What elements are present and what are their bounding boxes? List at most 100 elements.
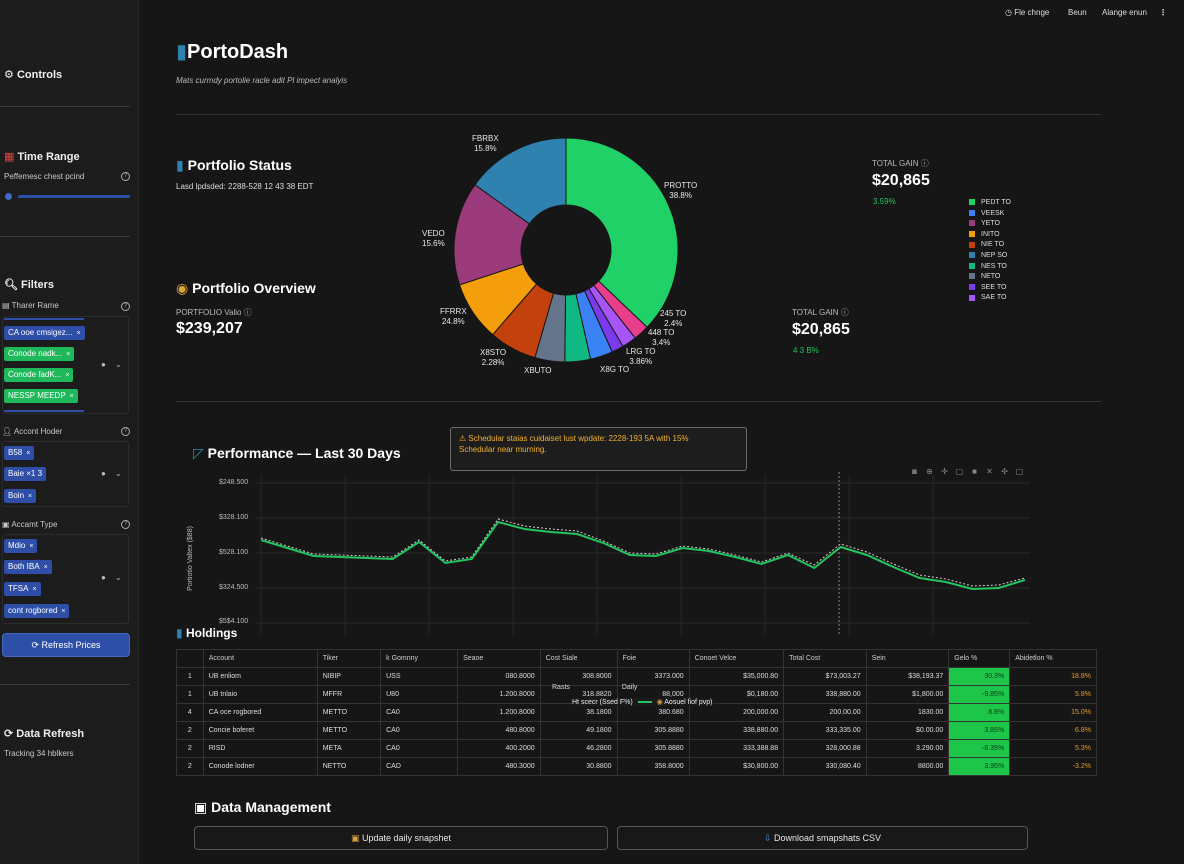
filter-chip[interactable]: Conode nadk... × [4, 347, 75, 361]
filter-chip[interactable]: B58 × [4, 446, 35, 460]
table-cell: NIBIP [316, 667, 382, 686]
vertical-dots-icon[interactable]: ⋮ [1159, 8, 1167, 17]
column-header[interactable]: Conoet Velce [688, 649, 785, 668]
column-header[interactable]: k Gomnny [380, 649, 459, 668]
legend-swatch [969, 294, 975, 301]
table-row[interactable]: 4 CA oce rogbored METTO CA0 1.200.8000 38.180… [176, 703, 1097, 722]
divider [176, 114, 1101, 115]
legend-item[interactable]: NIE TO [969, 241, 1004, 248]
slider-label: Peffemesc chest pcind [4, 172, 85, 181]
column-header[interactable]: Abidetlon % [1009, 649, 1097, 668]
table-cell: META [316, 739, 382, 758]
nav-item[interactable]: Alange enun [1102, 8, 1147, 17]
column-header[interactable]: Tiker [316, 649, 382, 668]
pie-label: FFRRX 24.8% [440, 307, 467, 326]
table-cell: 380.680 [616, 703, 690, 722]
close-icon[interactable]: × [76, 330, 80, 337]
column-header[interactable]: Seaoe [457, 649, 541, 668]
download-csv-button[interactable]: ⇩ Download smapshats CSV [617, 826, 1028, 850]
table-cell: 1 [176, 667, 204, 686]
table-cell: $73,003.27 [783, 667, 867, 686]
table-cell: USS [380, 667, 459, 686]
column-header[interactable]: Gelo % [948, 649, 1011, 668]
nav-item[interactable]: Beun [1068, 8, 1087, 17]
legend-label: INITO [981, 230, 1000, 238]
table-row[interactable]: 2 Conode lodner NETTO CAD 480.3000 30.8800 358… [176, 757, 1097, 776]
legend-item[interactable]: VEESK [969, 210, 1004, 217]
close-icon[interactable]: × [61, 608, 65, 615]
legend-item[interactable]: NEP SO [969, 252, 1007, 259]
filter-chip[interactable]: cont rogbored × [4, 604, 70, 618]
column-header[interactable]: Account [202, 649, 318, 668]
nav-item[interactable]: ◷ Fle chnge [1005, 8, 1049, 17]
help-icon[interactable]: ? [121, 172, 130, 181]
legend-item[interactable]: NES TO [969, 263, 1007, 270]
y-tick: $528.100 [219, 549, 249, 556]
slider-handle[interactable] [5, 193, 12, 200]
refresh-prices-button[interactable]: ⟳ Refresh Prices [2, 633, 130, 657]
chevron-down-icon[interactable]: ⌄ [115, 573, 122, 582]
legend-item[interactable]: NETO [969, 273, 1000, 280]
table-cell: -8.35% [948, 739, 1011, 758]
y-tick: $324.500 [219, 584, 249, 591]
download-icon: ⇩ [763, 833, 772, 843]
table-cell: $30,800.00 [688, 757, 785, 776]
column-header[interactable]: Total Cost [783, 649, 867, 668]
performance-line-chart[interactable] [195, 470, 1035, 650]
table-cell: 8800.00 [865, 757, 950, 776]
filter-chip[interactable]: TFSA × [4, 582, 41, 596]
clear-all-icon[interactable]: ● [101, 360, 106, 369]
legend-swatch [969, 273, 975, 280]
help-icon[interactable]: ? [121, 427, 130, 436]
pie-slices [453, 137, 679, 363]
update-snapshot-button[interactable]: ▣ Update daily snapshet [194, 826, 608, 850]
column-header[interactable] [176, 649, 204, 668]
help-icon[interactable]: ? [121, 520, 130, 529]
help-icon[interactable]: ⓘ [841, 308, 849, 317]
legend-item[interactable]: SEE TO [969, 284, 1006, 291]
table-cell: 46.2800 [539, 739, 618, 758]
series-line-daily[interactable] [260, 520, 1026, 591]
legend-item[interactable]: YETO [969, 220, 1000, 227]
table-cell: METTO [316, 703, 382, 722]
column-header[interactable]: Sein [865, 649, 950, 668]
close-icon[interactable]: × [65, 372, 69, 379]
filter-chip[interactable]: Both IBA × [4, 560, 52, 574]
close-icon[interactable]: × [29, 543, 33, 550]
time-range-slider[interactable] [18, 195, 130, 198]
money-bag-icon: ◉ [656, 699, 663, 706]
column-header[interactable]: Cost Siale [539, 649, 618, 668]
table-cell: 338,880.00 [688, 721, 785, 740]
legend-swatch [969, 199, 975, 206]
divider [0, 106, 130, 107]
close-icon[interactable]: × [70, 393, 74, 400]
table-row[interactable]: 2 Concie boferet METTO CA0 480.8000 49.1800 30… [176, 721, 1097, 740]
close-icon[interactable]: × [66, 351, 70, 358]
chevron-down-icon[interactable]: ⌄ [115, 469, 122, 478]
filter-chip[interactable]: CA ooe cmsigez... × [4, 326, 85, 340]
filter-chip[interactable]: Boin × [4, 489, 37, 503]
clear-all-icon[interactable]: ● [101, 469, 106, 478]
clear-all-icon[interactable]: ● [101, 573, 106, 582]
table-cell: Conode lodner [202, 757, 318, 776]
filter-chip[interactable]: Mdio × [4, 539, 38, 553]
filter-chip[interactable]: Baie ×1 3 [4, 467, 47, 481]
legend-item[interactable]: INITO [969, 231, 1000, 238]
filter-chip[interactable]: Conode fadK... × [4, 368, 74, 382]
help-icon[interactable]: ⓘ [244, 308, 252, 317]
help-icon[interactable]: ? [121, 302, 130, 311]
legend-item[interactable]: SAE TO [969, 294, 1006, 301]
close-icon[interactable]: × [44, 564, 48, 571]
chevron-down-icon[interactable]: ⌄ [115, 360, 122, 369]
help-icon[interactable]: ⓘ [921, 159, 929, 168]
close-icon[interactable]: × [32, 586, 36, 593]
divider [0, 684, 130, 685]
holdings-table[interactable]: Account Tiker k Gomnny Seaoe Cost Siale Foie C… [176, 649, 1097, 776]
column-header[interactable]: Foie [616, 649, 690, 668]
close-icon[interactable]: × [28, 493, 32, 500]
close-icon[interactable]: × [26, 450, 30, 457]
table-row[interactable]: 2 RISD META CA0 400.2000 46.2800 305.8880 333,3… [176, 739, 1097, 758]
filter-chip[interactable]: NESSP MEEDP × [4, 389, 78, 403]
legend-item[interactable]: PEDT TO [969, 199, 1011, 206]
table-row[interactable]: 1 UB enliom NIBIP USS 080.8000 308.8000 3373.0… [176, 667, 1097, 686]
